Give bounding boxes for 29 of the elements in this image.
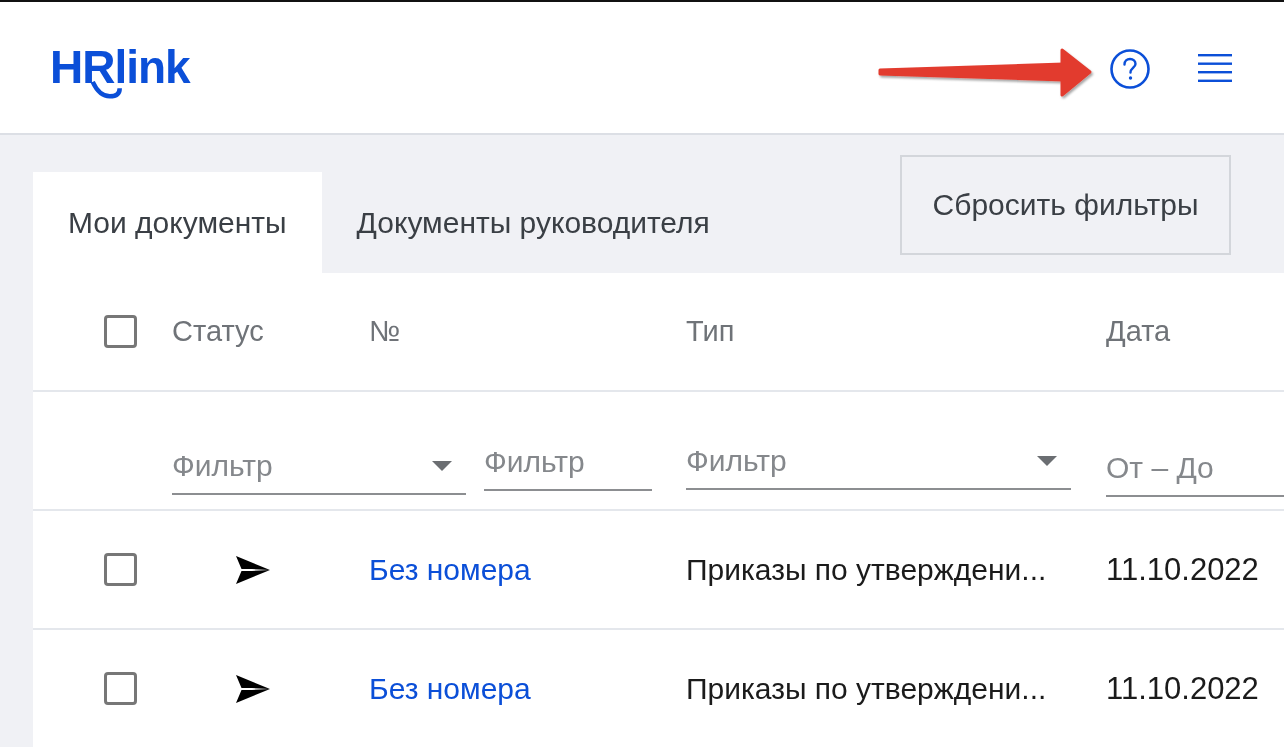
- send-icon: [236, 674, 270, 703]
- column-header[interactable]: Дата: [1106, 315, 1171, 348]
- document-link[interactable]: Без номера: [369, 552, 531, 587]
- table-cell: 11.10.2022: [1106, 551, 1259, 588]
- filter-field[interactable]: От – До: [1106, 441, 1284, 497]
- send-icon: [236, 555, 270, 584]
- table-cell: Приказы по утверждени...: [686, 671, 1047, 706]
- document-link[interactable]: Без номера: [369, 671, 531, 706]
- filter-input[interactable]: Фильтр: [686, 444, 1029, 478]
- reset-filters-button[interactable]: Сбросить фильтры: [900, 155, 1231, 255]
- filter-dropdown[interactable]: Фильтр: [172, 439, 466, 495]
- caret-icon: [432, 461, 452, 471]
- table-cell: Приказы по утверждени...: [686, 552, 1047, 587]
- logo[interactable]: HRlink: [50, 46, 190, 99]
- checkbox[interactable]: [104, 672, 137, 705]
- column-header[interactable]: Статус: [172, 315, 264, 348]
- column-header[interactable]: Тип: [686, 315, 735, 348]
- tab[interactable]: Мои документы: [33, 172, 322, 273]
- table-cell: 11.10.2022: [1106, 670, 1259, 707]
- tab[interactable]: Документы руководителя: [321, 172, 745, 273]
- filter-input[interactable]: Фильтр: [172, 449, 424, 483]
- filter-field[interactable]: Фильтр: [484, 435, 652, 491]
- column-header[interactable]: №: [369, 315, 401, 348]
- checkbox[interactable]: [104, 553, 137, 586]
- help-icon[interactable]: [1110, 48, 1150, 89]
- caret-icon: [1037, 456, 1057, 466]
- menu-icon[interactable]: [1198, 53, 1232, 82]
- filter-dropdown[interactable]: Фильтр: [686, 434, 1071, 490]
- checkbox[interactable]: [104, 315, 137, 348]
